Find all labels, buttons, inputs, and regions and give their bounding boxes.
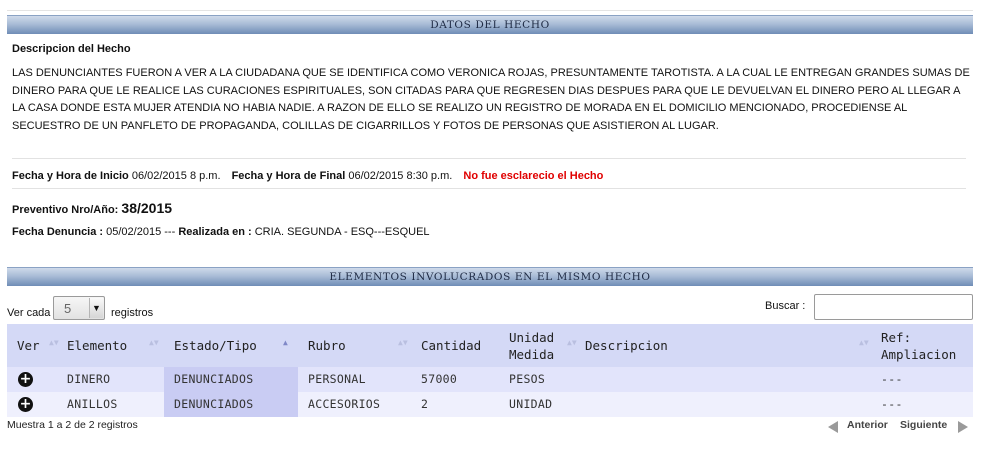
section-header-elementos: ELEMENTOS INVOLUCRADOS EN EL MISMO HECHO (7, 267, 973, 286)
cell-ref: --- (881, 372, 903, 386)
col-label-ref-line1: Ref: (881, 329, 912, 345)
triangle-right-icon[interactable] (958, 421, 968, 433)
col-header-rubro[interactable]: Rubro (308, 324, 346, 367)
sort-icon: ▲▼ (49, 338, 59, 347)
table-row: + DINERO DENUNCIADOS PERSONAL 57000 PESO… (7, 367, 973, 392)
descripcion-text: LAS DENUNCIANTES FUERON A VER A LA CIUDA… (12, 67, 970, 132)
col-header-cantidad[interactable]: Cantidad (421, 324, 481, 367)
descripcion-title: Descripcion del Hecho (12, 43, 131, 55)
cell-cantidad: 2 (421, 397, 429, 411)
registros-label: registros (111, 307, 154, 319)
fechas-row: Fecha y Hora de Inicio 06/02/2015 8 p.m.… (12, 170, 603, 182)
realizada-value: CRIA. SEGUNDA - ESQ---ESQUEL (254, 226, 430, 238)
cell-ref: --- (881, 397, 903, 411)
plus-circle-icon[interactable]: + (18, 397, 33, 412)
col-label-descripcion: Descripcion (585, 338, 668, 353)
col-header-ref[interactable]: Ref: Ampliacion (881, 324, 956, 367)
cell-unidad: PESOS (509, 372, 546, 386)
sort-icon: ▲▼ (859, 338, 869, 347)
fecha-inicio-label: Fecha y Hora de Inicio (12, 170, 129, 182)
col-label-ver: Ver (17, 338, 40, 353)
col-label-estado: Estado/Tipo (174, 338, 257, 353)
preventivo-value: 38/2015 (121, 200, 173, 216)
triangle-left-icon[interactable] (828, 421, 838, 433)
chevron-down-icon: ▼ (89, 298, 103, 318)
col-header-estado[interactable]: Estado/Tipo (174, 324, 257, 367)
table-header: Ver ▲▼ Elemento ▲▼ Estado/Tipo ▲ Rubro ▲… (7, 324, 973, 367)
page-size-value: 5 (64, 301, 72, 316)
col-header-descripcion[interactable]: Descripcion (585, 324, 668, 367)
divider (12, 188, 966, 189)
cell-estado: DENUNCIADOS (164, 367, 298, 392)
sort-icon: ▲▼ (149, 338, 159, 347)
cell-estado: DENUNCIADOS (164, 392, 298, 417)
col-label-unidad-line1: Unidad (509, 329, 555, 345)
fecha-final-value: 06/02/2015 8:30 p.m. (348, 170, 453, 182)
col-header-elemento[interactable]: Elemento (67, 324, 127, 367)
fecha-denuncia-value: 05/02/2015 --- (106, 226, 176, 238)
col-label-ref-line2: Ampliacion (881, 346, 957, 362)
sort-asc-icon: ▲ (283, 338, 288, 347)
fecha-final-label: Fecha y Hora de Final (231, 170, 346, 182)
ver-cada-label: Ver cada (7, 307, 51, 319)
table-row: + ANILLOS DENUNCIADOS ACCESORIOS 2 UNIDA… (7, 392, 973, 417)
next-button[interactable]: Siguiente (900, 419, 947, 431)
col-header-ver[interactable]: Ver (17, 324, 40, 367)
denuncia-row: Fecha Denuncia : 05/02/2015 --- Realizad… (12, 226, 430, 238)
elementos-table: Ver ▲▼ Elemento ▲▼ Estado/Tipo ▲ Rubro ▲… (7, 324, 973, 417)
top-divider (7, 10, 973, 11)
preventivo-label: Preventivo Nro/Año: (12, 204, 119, 216)
sort-icon: ▲▼ (567, 338, 577, 347)
search-input[interactable] (814, 294, 973, 320)
cell-elemento: DINERO (67, 372, 111, 386)
buscar-label: Buscar : (765, 300, 806, 312)
col-label-cantidad: Cantidad (421, 338, 482, 353)
divider (12, 158, 966, 159)
fecha-denuncia-label: Fecha Denuncia : (12, 226, 104, 238)
col-label-rubro: Rubro (308, 338, 346, 353)
prev-button[interactable]: Anterior (847, 419, 888, 431)
cell-rubro: ACCESORIOS (308, 397, 381, 411)
cell-elemento: ANILLOS (67, 397, 118, 411)
status-text: No fue esclarecio el Hecho (463, 170, 604, 182)
plus-circle-icon[interactable]: + (18, 372, 33, 387)
col-label-unidad-line2: Medida (509, 346, 555, 362)
col-header-unidad[interactable]: Unidad Medida (509, 324, 554, 367)
realizada-label: Realizada en : (178, 226, 252, 238)
col-label-elemento: Elemento (67, 338, 128, 353)
table-info: Muestra 1 a 2 de 2 registros (7, 419, 138, 431)
cell-cantidad: 57000 (421, 372, 458, 386)
page-size-select[interactable]: 5 ▼ (53, 296, 105, 320)
col-label-unidad: Unidad Medida (509, 329, 554, 363)
col-label-ref: Ref: Ampliacion (881, 329, 956, 363)
fecha-inicio-value: 06/02/2015 8 p.m. (131, 170, 221, 182)
cell-rubro: PERSONAL (308, 372, 366, 386)
section-header-datos: DATOS DEL HECHO (7, 15, 973, 34)
cell-unidad: UNIDAD (509, 397, 553, 411)
preventivo-row: Preventivo Nro/Año: 38/2015 (12, 200, 172, 216)
sort-icon: ▲▼ (398, 338, 408, 347)
